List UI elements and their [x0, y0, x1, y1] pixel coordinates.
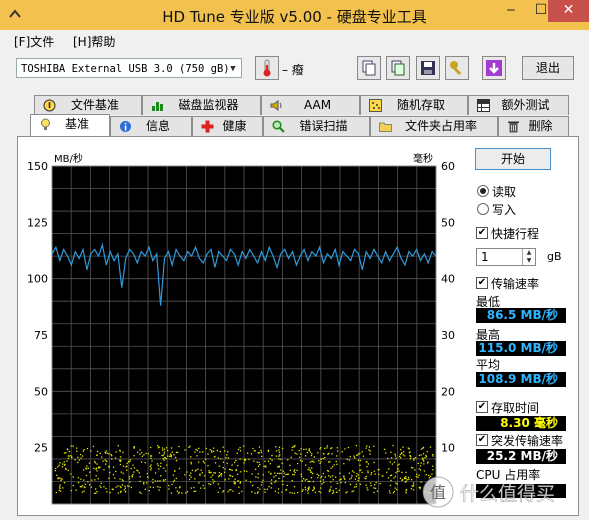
tab-label: 随机存取 [396, 98, 445, 112]
access-label: 存取时间 [491, 401, 540, 415]
menu-file[interactable]: [F]文件 [14, 33, 54, 50]
tab-error-scan[interactable]: 错误扫描 [263, 116, 370, 136]
save-icon[interactable] [416, 56, 440, 80]
app-window: HD Tune 专业版 v5.00 - 硬盘专业工具 ‒ ☐ ✕ [F]文件 [… [0, 0, 589, 520]
tab-label: 文件基准 [70, 98, 119, 112]
burst-checkbox[interactable]: ✔ [476, 434, 488, 446]
tab-label: 错误扫描 [299, 119, 348, 133]
tab-aam[interactable]: AAM [261, 95, 360, 115]
chevron-down-icon[interactable]: ▼ [225, 59, 241, 77]
max-value: 115.0 MB/秒 [476, 341, 566, 356]
tab-random-access[interactable]: 随机存取 [360, 95, 468, 115]
watermark-logo: 值 什么值得买 [422, 476, 555, 508]
tab-disk-monitor[interactable]: 磁盘监视器 [142, 95, 261, 115]
svg-text:值: 值 [430, 483, 446, 502]
minimize-icon[interactable]: ‒ [496, 0, 526, 22]
copy-icon[interactable] [357, 56, 381, 80]
exit-button[interactable]: 退出 [522, 56, 574, 80]
menu-help[interactable]: [H]帮助 [73, 33, 115, 50]
burst-label: 突发传输速率 [491, 434, 564, 448]
tab-benchmark[interactable]: 基准 [30, 114, 110, 136]
quick-checkbox[interactable]: ✔ [476, 227, 488, 239]
read-radio[interactable] [477, 185, 489, 197]
tab-info[interactable]: 信息 [110, 116, 192, 136]
quick-stepper[interactable]: 1 ▲ ▼ [476, 248, 536, 266]
burst-value: 25.2 MB/秒 [476, 449, 566, 464]
stepper-up-icon[interactable]: ▲ [522, 249, 535, 257]
tab-extra-tests[interactable]: 额外测试 [468, 95, 569, 115]
access-checkbox[interactable]: ✔ [476, 401, 488, 413]
tab-health[interactable]: 健康 [192, 116, 263, 136]
transfer-label: 传输速率 [491, 277, 540, 291]
quick-unit: gB [547, 250, 562, 263]
quick-value: 1 [481, 250, 489, 264]
svg-text:什么值得买: 什么值得买 [460, 483, 555, 505]
tab-label: 基准 [64, 117, 89, 131]
copy-text-icon[interactable] [386, 56, 410, 80]
tab-label: 健康 [222, 119, 247, 133]
tab-label: AAM [303, 98, 332, 112]
avg-value: 108.9 MB/秒 [476, 372, 566, 387]
wrench-icon[interactable] [445, 56, 469, 80]
tab-label: 文件夹占用率 [404, 119, 477, 133]
stepper-down-icon[interactable]: ▼ [522, 257, 535, 265]
write-label: 写入 [492, 203, 517, 217]
tab-label: 磁盘监视器 [178, 98, 239, 112]
min-value: 86.5 MB/秒 [476, 308, 566, 323]
download-icon[interactable] [482, 56, 506, 80]
thermometer-icon[interactable] [255, 56, 279, 80]
tab-label: 额外测试 [501, 98, 550, 112]
tab-folder-usage[interactable]: 文件夹占用率 [370, 116, 498, 136]
access-value: 8.30 毫秒 [476, 416, 566, 431]
transfer-checkbox[interactable]: ✔ [476, 277, 488, 289]
start-button[interactable]: 开始 [475, 148, 551, 170]
close-icon[interactable]: ✕ [548, 0, 589, 22]
drive-select[interactable]: TOSHIBA External USB 3.0 (750 gB) ▼ [16, 58, 242, 78]
temperature-readout: – 癈 [282, 63, 304, 77]
tab-erase[interactable]: 删除 [498, 116, 569, 136]
write-radio[interactable] [477, 203, 489, 215]
menu-bar: [F]文件 [H]帮助 [0, 30, 589, 52]
toolbar: TOSHIBA External USB 3.0 (750 gB) ▼ – 癈 … [0, 52, 589, 88]
tab-label: 信息 [145, 119, 170, 133]
drive-select-value: TOSHIBA External USB 3.0 (750 gB) [21, 63, 230, 75]
title-bar: HD Tune 专业版 v5.00 - 硬盘专业工具 ‒ ☐ ✕ [0, 0, 589, 30]
tab-label: 删除 [528, 119, 553, 133]
avg-label: 平均 [476, 358, 501, 372]
read-label: 读取 [492, 185, 517, 199]
tab-file-benchmark[interactable]: 文件基准 [34, 95, 142, 115]
quick-label: 快捷行程 [491, 227, 540, 241]
